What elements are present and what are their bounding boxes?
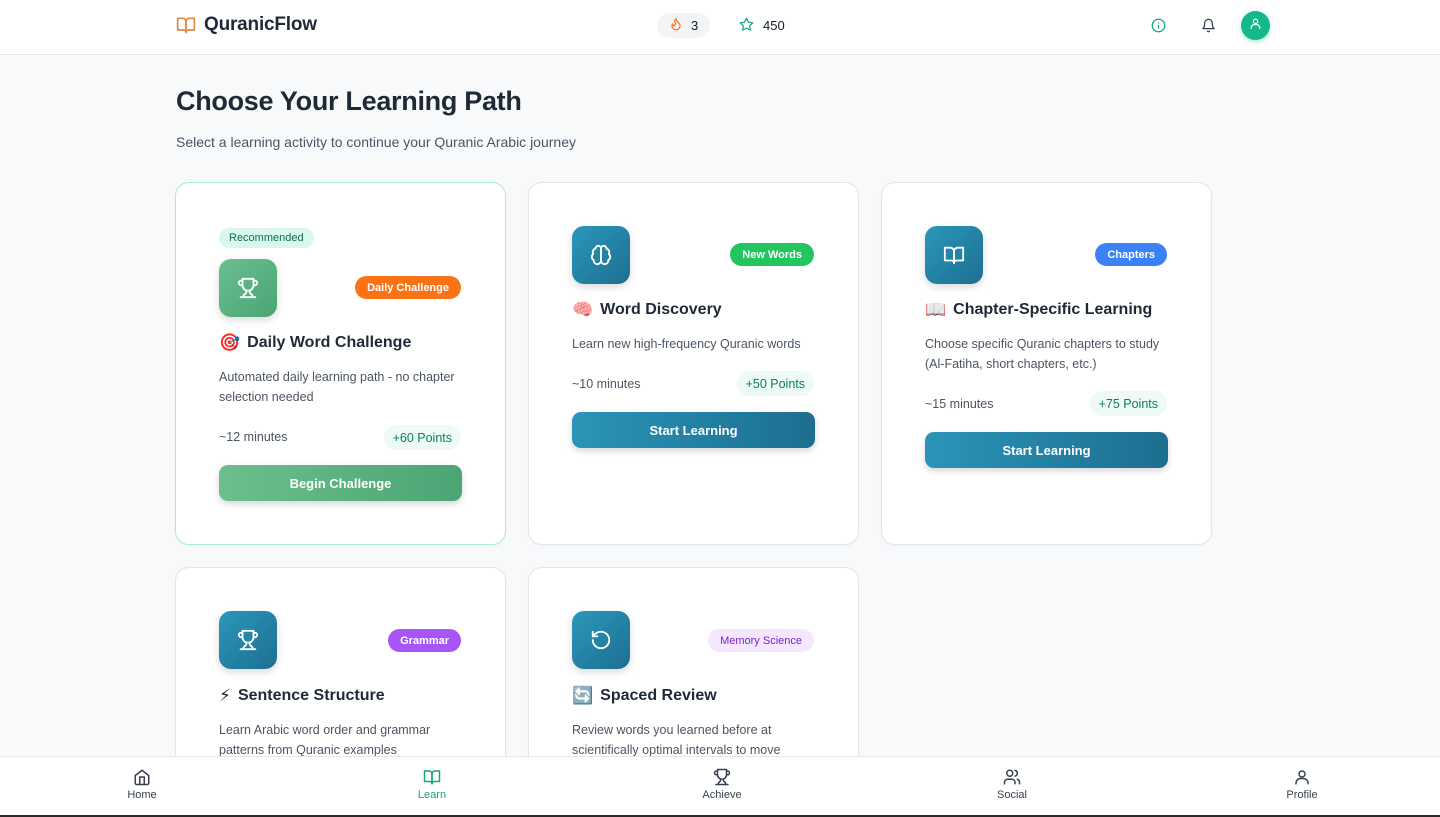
star-icon <box>739 17 754 35</box>
user-icon <box>1249 17 1262 35</box>
brain-icon <box>572 226 630 284</box>
nav-label: Achieve <box>702 789 742 801</box>
card-title: 📖 Chapter-Specific Learning <box>925 300 1152 320</box>
trophy-icon <box>219 259 277 317</box>
recommended-chip: Recommended <box>219 228 314 248</box>
page-title: Choose Your Learning Path <box>176 86 522 116</box>
trophy-icon <box>713 768 731 786</box>
start-learning-button[interactable]: Start Learning <box>925 432 1168 468</box>
duration-label: ~12 minutes <box>219 430 288 444</box>
card-title-text: Chapter-Specific Learning <box>953 301 1153 318</box>
nav-label: Home <box>127 789 157 801</box>
card-title: 🎯 Daily Word Challenge <box>219 333 411 353</box>
card-title-text: Spaced Review <box>600 687 717 704</box>
lightning-icon: ⚡ <box>219 686 231 705</box>
page-subtitle: Select a learning activity to continue y… <box>176 134 576 150</box>
card-description: Review words you learned before at scien… <box>572 723 781 757</box>
nav-item-home[interactable]: Home <box>102 768 182 801</box>
category-tag: Grammar <box>388 629 461 652</box>
nav-item-social[interactable]: Social <box>972 768 1052 801</box>
card-title: ⚡ Sentence Structure <box>219 686 385 706</box>
activity-card-chapter-learning[interactable]: Chapters 📖 Chapter-Specific Learning Cho… <box>881 182 1212 545</box>
top-header: QuranicFlow 3 450 <box>0 0 1440 55</box>
user-icon <box>1293 768 1311 786</box>
card-title-text: Sentence Structure <box>237 687 385 704</box>
card-description: Choose specific Quranic chapters to stud… <box>925 337 1160 371</box>
nav-item-achieve[interactable]: Achieve <box>682 768 762 801</box>
duration-label: ~15 minutes <box>925 397 994 411</box>
brain-emoji-icon: 🧠 <box>572 300 594 319</box>
points-badge: +75 Points <box>1089 391 1167 416</box>
info-icon[interactable] <box>1150 17 1166 33</box>
target-icon: 🎯 <box>219 333 241 352</box>
card-title: 🧠 Word Discovery <box>572 300 722 320</box>
rotate-icon <box>572 611 630 669</box>
category-tag: New Words <box>730 243 814 266</box>
nav-item-profile[interactable]: Profile <box>1262 768 1342 801</box>
card-title-text: Word Discovery <box>600 301 722 318</box>
activity-card-daily-challenge[interactable]: Recommended Daily Challenge 🎯 Daily Word… <box>175 182 506 545</box>
brand-name: QuranicFlow <box>204 14 317 35</box>
stars-badge[interactable]: 450 <box>739 13 785 38</box>
bell-icon[interactable] <box>1200 17 1216 33</box>
duration-label: ~10 minutes <box>572 377 641 391</box>
streak-count: 3 <box>691 18 699 33</box>
stars-count: 450 <box>763 18 785 33</box>
activity-card-word-discovery[interactable]: New Words 🧠 Word Discovery Learn new hig… <box>528 182 859 545</box>
avatar[interactable] <box>1241 11 1270 40</box>
nav-label: Profile <box>1286 789 1318 801</box>
category-tag: Memory Science <box>708 629 814 652</box>
nav-item-learn[interactable]: Learn <box>392 768 472 801</box>
start-learning-button[interactable]: Start Learning <box>572 412 815 448</box>
book-open-icon <box>176 15 196 35</box>
flame-icon <box>669 17 683 34</box>
open-book-emoji-icon: 📖 <box>925 300 947 319</box>
nav-label: Social <box>997 789 1027 801</box>
points-badge: +60 Points <box>383 425 461 450</box>
begin-challenge-button[interactable]: Begin Challenge <box>219 465 462 501</box>
card-title-text: Daily Word Challenge <box>247 334 412 351</box>
card-description: Learn new high-frequency Quranic words <box>572 337 801 351</box>
nav-label: Learn <box>417 789 447 801</box>
points-badge: +50 Points <box>736 371 814 396</box>
streak-badge[interactable]: 3 <box>657 13 711 38</box>
refresh-emoji-icon: 🔄 <box>572 686 594 705</box>
card-description: Automated daily learning path - no chapt… <box>219 370 455 404</box>
book-icon <box>925 226 983 284</box>
card-title: 🔄 Spaced Review <box>572 686 717 706</box>
book-icon <box>423 768 441 786</box>
category-tag: Chapters <box>1095 243 1167 266</box>
home-icon <box>133 768 151 786</box>
category-tag: Daily Challenge <box>355 276 461 299</box>
card-description: Learn Arabic word order and grammar patt… <box>219 723 431 757</box>
bottom-nav: Home Learn Achieve Social Profile <box>0 756 1440 817</box>
trophy-icon <box>219 611 277 669</box>
brand[interactable]: QuranicFlow <box>176 14 317 36</box>
users-icon <box>1003 768 1021 786</box>
